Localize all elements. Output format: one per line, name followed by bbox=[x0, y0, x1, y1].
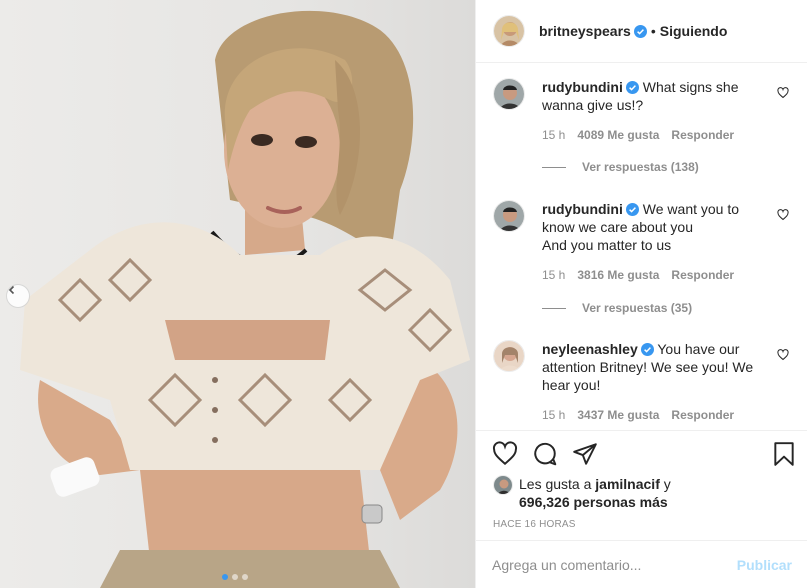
carousel-dot bbox=[232, 574, 238, 580]
publish-button[interactable]: Publicar bbox=[737, 557, 792, 573]
view-replies-button[interactable]: Ver respuestas (138) bbox=[542, 160, 699, 174]
heart-icon[interactable] bbox=[492, 441, 518, 472]
comment-meta: 15 h 3437 Me gusta Responder bbox=[542, 408, 734, 422]
post-header: britneyspears • Siguiendo bbox=[476, 0, 807, 63]
comment-like-icon[interactable] bbox=[777, 348, 789, 366]
verified-badge-icon bbox=[633, 24, 647, 38]
comment-like-icon[interactable] bbox=[777, 86, 789, 104]
carousel-dot bbox=[222, 574, 228, 580]
replies-divider bbox=[542, 166, 566, 168]
comment-body-line2: And you matter to us bbox=[542, 237, 672, 253]
comment-item: rudybundini We want you to know we care … bbox=[493, 200, 793, 330]
comment-list: rudybundini What signs she wanna give us… bbox=[476, 64, 807, 430]
view-replies-button[interactable]: Ver respuestas (35) bbox=[542, 301, 692, 315]
comment-text: rudybundini We want you to know we care … bbox=[542, 200, 770, 254]
comment-meta: 15 h 4089 Me gusta Responder bbox=[542, 128, 734, 142]
comment-input[interactable] bbox=[492, 556, 737, 573]
verified-badge-icon bbox=[625, 202, 639, 216]
comment-text: rudybundini What signs she wanna give us… bbox=[542, 78, 770, 114]
comment-text: neyleenashley You have our attention Bri… bbox=[542, 340, 770, 394]
post-actions: Les gusta a jamilnacif y 696,326 persona… bbox=[476, 430, 807, 540]
likes-suffix: personas más bbox=[573, 494, 668, 510]
comment-time: 15 h bbox=[542, 408, 566, 422]
bookmark-icon[interactable] bbox=[772, 441, 796, 472]
commenter-avatar[interactable] bbox=[493, 340, 525, 372]
photo-illustration bbox=[20, 10, 470, 588]
carousel-prev-button[interactable] bbox=[6, 284, 30, 308]
carousel-indicator bbox=[222, 574, 248, 580]
comment-meta: 15 h 3816 Me gusta Responder bbox=[542, 268, 734, 282]
author-username[interactable]: britneyspears bbox=[539, 23, 631, 39]
commenter-avatar[interactable] bbox=[493, 200, 525, 232]
commenter-username[interactable]: neyleenashley bbox=[542, 341, 638, 357]
post-timestamp[interactable]: HACE 16 HORAS bbox=[493, 519, 576, 530]
verified-badge-icon bbox=[625, 80, 639, 94]
commenter-username[interactable]: rudybundini bbox=[542, 79, 623, 95]
likes-conjunction: y bbox=[663, 476, 671, 492]
commenter-avatar[interactable] bbox=[493, 78, 525, 110]
comment-item: neyleenashley You have our attention Bri… bbox=[493, 340, 793, 430]
comment-item: rudybundini What signs she wanna give us… bbox=[493, 78, 793, 198]
comment-likes-count[interactable]: 3816 Me gusta bbox=[577, 268, 659, 282]
likes-count-link[interactable]: 696,326 personas más bbox=[519, 494, 668, 510]
following-button[interactable]: Siguiendo bbox=[660, 23, 728, 39]
likes-prefix: Les gusta a bbox=[519, 476, 592, 492]
likes-count: 696,326 bbox=[519, 494, 570, 510]
author-avatar[interactable] bbox=[493, 15, 525, 47]
carousel-dot bbox=[242, 574, 248, 580]
add-comment-form: Publicar bbox=[476, 540, 807, 588]
liker-avatar[interactable] bbox=[493, 475, 513, 495]
likes-text: Les gusta a jamilnacif y 696,326 persona… bbox=[519, 475, 671, 511]
comment-icon[interactable] bbox=[532, 441, 558, 472]
comment-time: 15 h bbox=[542, 268, 566, 282]
likes-summary: Les gusta a jamilnacif y 696,326 persona… bbox=[493, 475, 671, 511]
header-separator: • bbox=[650, 23, 656, 39]
reply-button[interactable]: Responder bbox=[671, 268, 734, 282]
replies-divider bbox=[542, 307, 566, 309]
share-icon[interactable] bbox=[572, 441, 598, 472]
commenter-username[interactable]: rudybundini bbox=[542, 201, 623, 217]
reply-button[interactable]: Responder bbox=[671, 128, 734, 142]
view-replies-label: Ver respuestas (138) bbox=[582, 160, 699, 174]
comment-like-icon[interactable] bbox=[777, 208, 789, 226]
view-replies-label: Ver respuestas (35) bbox=[582, 301, 693, 315]
post-photo[interactable] bbox=[0, 0, 475, 588]
comment-likes-count[interactable]: 3437 Me gusta bbox=[577, 408, 659, 422]
post-sidebar: britneyspears • Siguiendo rudybundini Wh… bbox=[475, 0, 807, 588]
reply-button[interactable]: Responder bbox=[671, 408, 734, 422]
verified-badge-icon bbox=[640, 342, 654, 356]
comment-time: 15 h bbox=[542, 128, 566, 142]
liker-username[interactable]: jamilnacif bbox=[595, 476, 660, 492]
comment-likes-count[interactable]: 4089 Me gusta bbox=[577, 128, 659, 142]
